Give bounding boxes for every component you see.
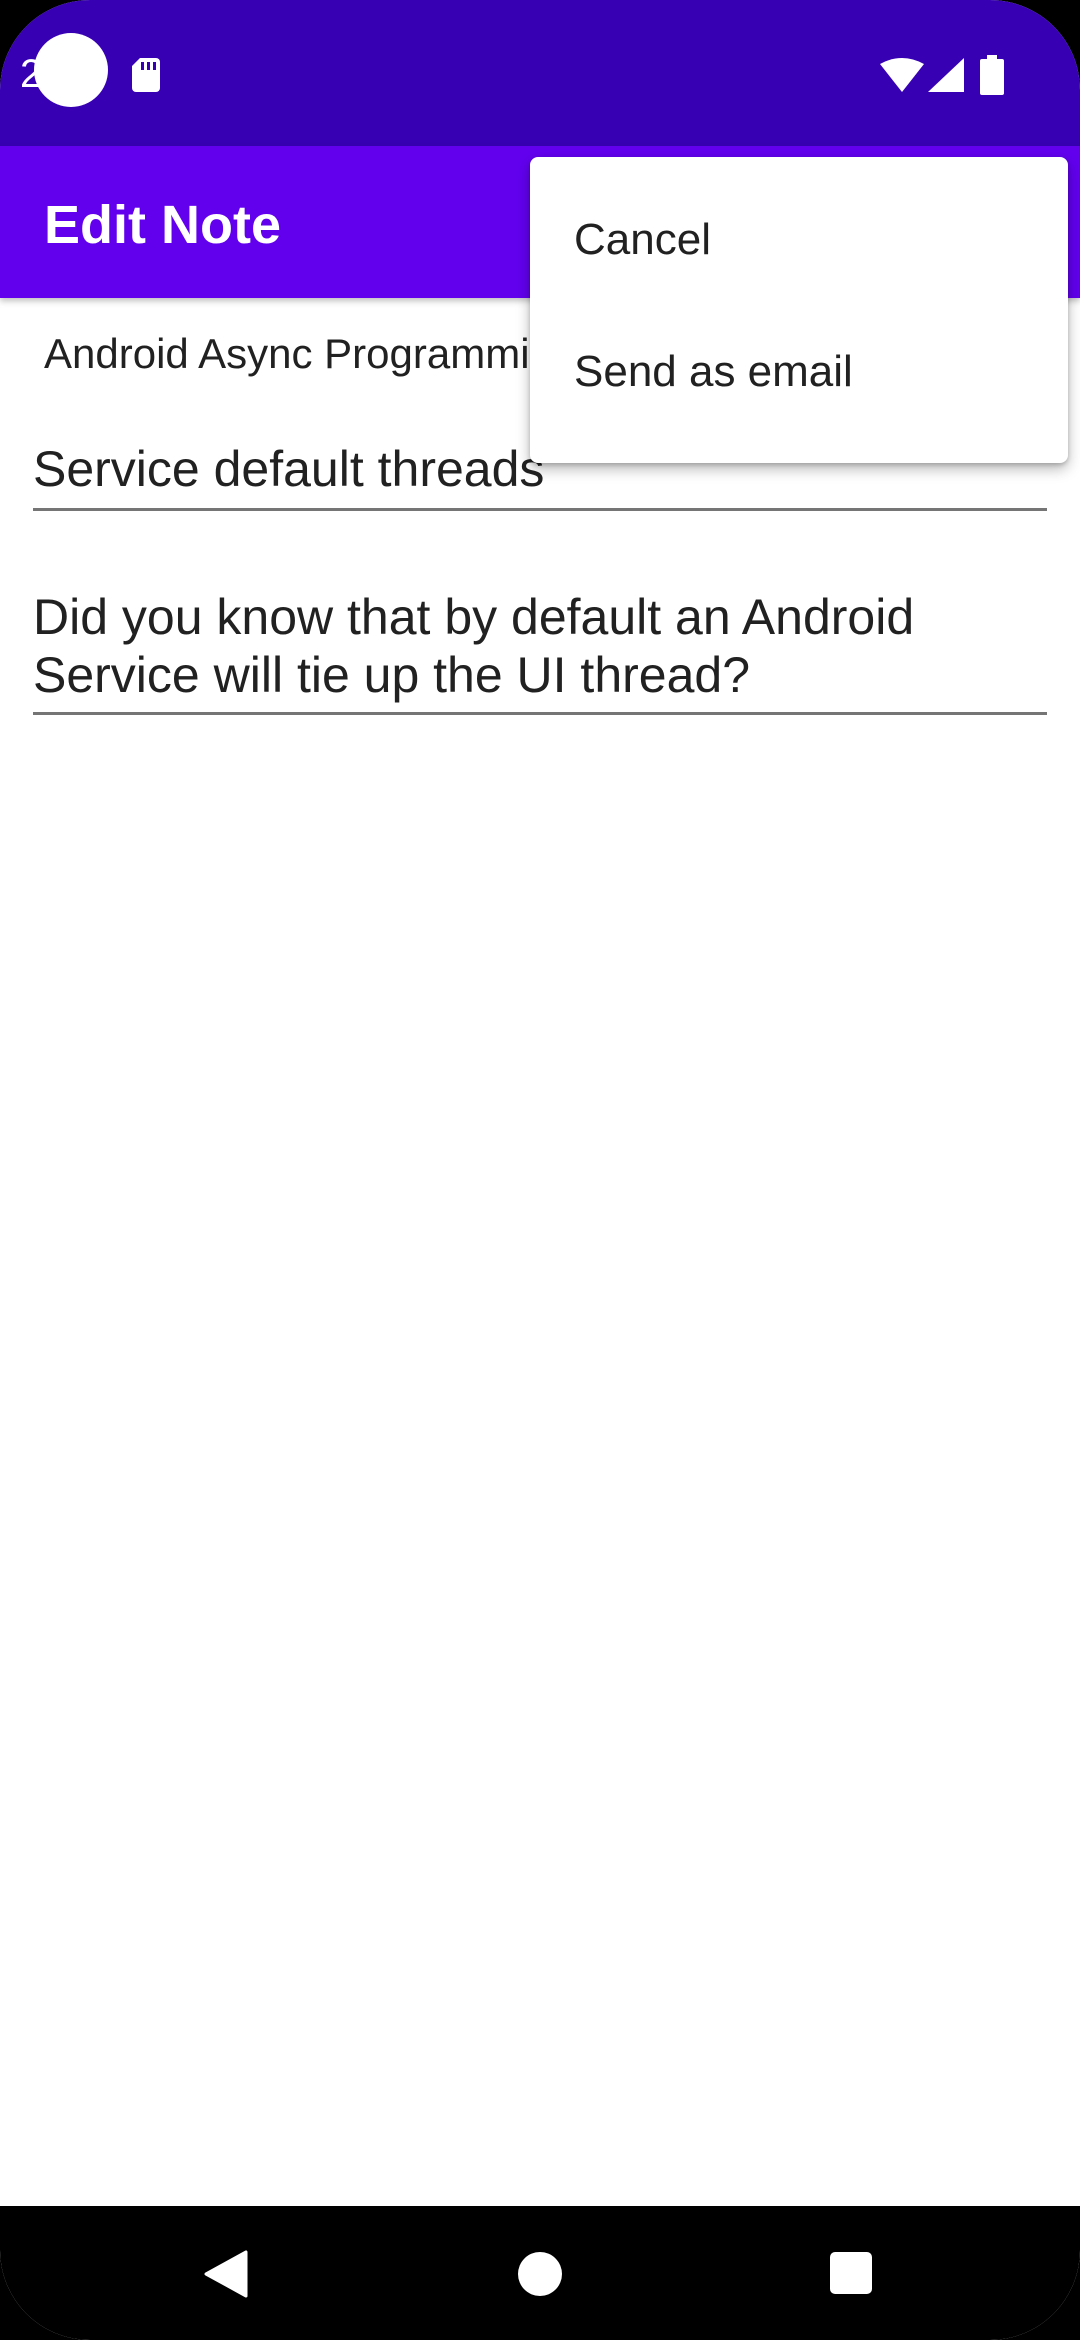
menu-item-label: Send as email — [574, 347, 853, 396]
cell-signal-icon — [928, 58, 964, 92]
sd-card-icon — [132, 58, 160, 92]
navigation-bar — [0, 2206, 1080, 2340]
menu-item-cancel[interactable]: Cancel — [530, 173, 1068, 305]
menu-item-send-as-email[interactable]: Send as email — [530, 305, 1068, 437]
status-bar: 2 — [0, 0, 1080, 146]
back-icon[interactable] — [204, 2250, 248, 2298]
page-title: Edit Note — [44, 195, 281, 255]
camera-cutout — [34, 33, 108, 107]
overflow-menu: Cancel Send as email — [530, 157, 1068, 463]
battery-icon — [980, 55, 1004, 95]
home-icon[interactable] — [518, 2252, 562, 2296]
phone-screen: 2 Edit Note Android Async Programming an… — [0, 0, 1080, 2340]
note-text-line: Service will tie up the UI thread? — [33, 647, 751, 703]
recents-icon[interactable] — [830, 2252, 872, 2294]
menu-item-label: Cancel — [574, 215, 711, 264]
wifi-icon — [880, 58, 924, 92]
note-text-field[interactable]: Did you know that by default an Android … — [33, 588, 1047, 715]
note-text-line: Did you know that by default an Android — [33, 589, 915, 645]
